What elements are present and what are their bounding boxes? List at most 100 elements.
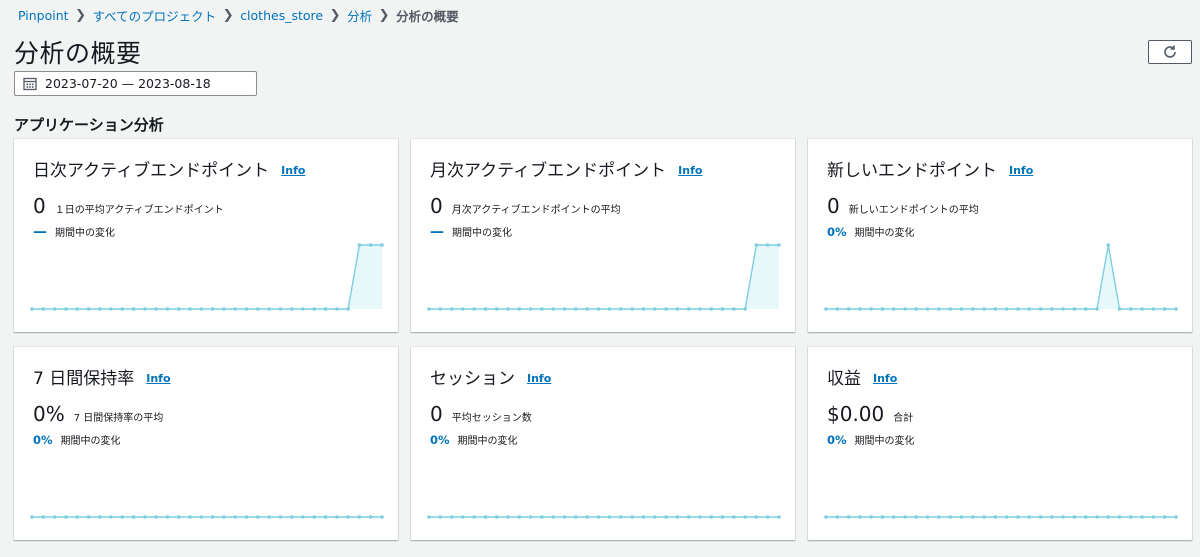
card-title: 7 日間保持率 [33, 369, 135, 389]
sparkline-point [380, 243, 384, 247]
sparkline-point [256, 307, 260, 311]
sparkline-point [574, 307, 578, 311]
sparkline-point [244, 515, 249, 519]
info-link[interactable]: Info [873, 372, 897, 385]
sparkline-point [743, 307, 747, 311]
sparkline-point [971, 307, 975, 311]
sparkline-point [937, 515, 941, 519]
sparkline-point [1038, 515, 1043, 519]
sparkline-point [97, 515, 102, 519]
sparkline-point [131, 307, 136, 311]
sparkline-point [30, 515, 34, 519]
breadcrumb-all-projects[interactable]: すべてのプロジェクト [93, 6, 217, 25]
sparkline-point [335, 515, 339, 519]
sparkline-point [732, 515, 736, 519]
sparkline-point [1083, 515, 1088, 519]
change-value: — [430, 223, 444, 240]
sparkline-point [903, 307, 907, 311]
sparkline-point [630, 307, 634, 311]
sparkline-point [1162, 515, 1167, 519]
sparkline-point [948, 307, 952, 311]
refresh-button[interactable] [1148, 40, 1192, 64]
sparkline-point [982, 307, 986, 311]
sparkline-point [75, 307, 79, 311]
sparkline-point [937, 307, 941, 311]
refresh-icon [1164, 45, 1176, 58]
sparkline-chart [30, 243, 384, 311]
sparkline-point [641, 515, 646, 519]
sparkline-point [1151, 307, 1156, 311]
sparkline-point [199, 307, 204, 311]
sparkline-point [289, 307, 294, 311]
sparkline-point [846, 515, 851, 519]
sparkline-point [1004, 307, 1009, 311]
sparkline-line [32, 244, 382, 310]
info-link[interactable]: Info [678, 164, 702, 177]
sparkline-point [472, 307, 476, 311]
card-title: 収益 [827, 369, 861, 389]
sparkline-area [826, 245, 1176, 309]
sparkline-point [925, 307, 930, 311]
card-7day-retention: 7 日間保持率 Info 0% 7 日間保持率の平均 0% 期間中の変化 [14, 347, 398, 540]
metric-value: 0 [430, 402, 443, 426]
sparkline-point [1095, 307, 1099, 311]
sparkline-point [1050, 307, 1054, 311]
sparkline-point [585, 515, 589, 519]
sparkline-point [52, 307, 57, 311]
sparkline-point [449, 515, 454, 519]
sparkline-point [427, 515, 431, 519]
card-title: セッション [430, 369, 515, 389]
sparkline-point [301, 307, 305, 311]
change-value: — [33, 223, 47, 240]
card-title: 月次アクティブエンドポイント [430, 161, 667, 181]
sparkline-point [1129, 307, 1133, 311]
sparkline-point [869, 515, 873, 519]
sparkline-point [858, 307, 862, 311]
sparkline-point [278, 307, 283, 311]
sparkline-point [30, 307, 34, 311]
sparkline-point [267, 307, 271, 311]
sparkline-line [429, 244, 779, 310]
sparkline-point [312, 515, 317, 519]
sparkline-point [368, 515, 373, 519]
info-link[interactable]: Info [527, 372, 551, 385]
sparkline-point [357, 515, 362, 519]
breadcrumb-analytics[interactable]: 分析 [347, 6, 372, 25]
sparkline-point [64, 307, 68, 311]
card-new-endpoints: 新しいエンドポイント Info 0 新しいエンドポイントの平均 0% 期間中の変化 [808, 139, 1192, 332]
sparkline-point [143, 307, 147, 311]
sparkline-point [461, 515, 465, 519]
sparkline-point [380, 515, 384, 519]
sparkline-point [1061, 515, 1065, 519]
sparkline-point [664, 515, 668, 519]
sparkline-point [278, 515, 283, 519]
sparkline-point [914, 515, 919, 519]
breadcrumb-project[interactable]: clothes_store [240, 8, 323, 23]
sparkline-point [971, 515, 975, 519]
sparkline-point [1004, 515, 1009, 519]
date-range-picker[interactable]: 2023-07-20 — 2023-08-18 [14, 71, 257, 96]
sparkline-line [826, 244, 1176, 310]
sparkline-point [188, 307, 192, 311]
breadcrumb-pinpoint[interactable]: Pinpoint [18, 8, 69, 23]
sparkline-point [335, 307, 339, 311]
metric-description: 月次アクティブエンドポイントの平均 [451, 205, 621, 216]
metric-description: 7 日間保持率の平均 [73, 413, 164, 424]
sparkline-point [824, 307, 828, 311]
sparkline-point [551, 307, 555, 311]
sparkline-point [86, 307, 91, 311]
sparkline-point [165, 307, 170, 311]
sparkline-point [177, 515, 181, 519]
metric-description: 新しいエンドポイントの平均 [848, 205, 979, 216]
metric-description: １日の平均アクティブエンドポイント [54, 205, 224, 216]
sparkline-point [835, 515, 840, 519]
sparkline-point [438, 307, 443, 311]
info-link[interactable]: Info [281, 164, 305, 177]
chevron-right-icon: ❯ [378, 7, 390, 23]
sparkline-point [233, 307, 237, 311]
sparkline-point [461, 307, 465, 311]
sparkline-point [1174, 307, 1178, 311]
info-link[interactable]: Info [146, 372, 170, 385]
breadcrumb-current: 分析の概要 [396, 8, 459, 24]
info-link[interactable]: Info [1009, 164, 1033, 177]
